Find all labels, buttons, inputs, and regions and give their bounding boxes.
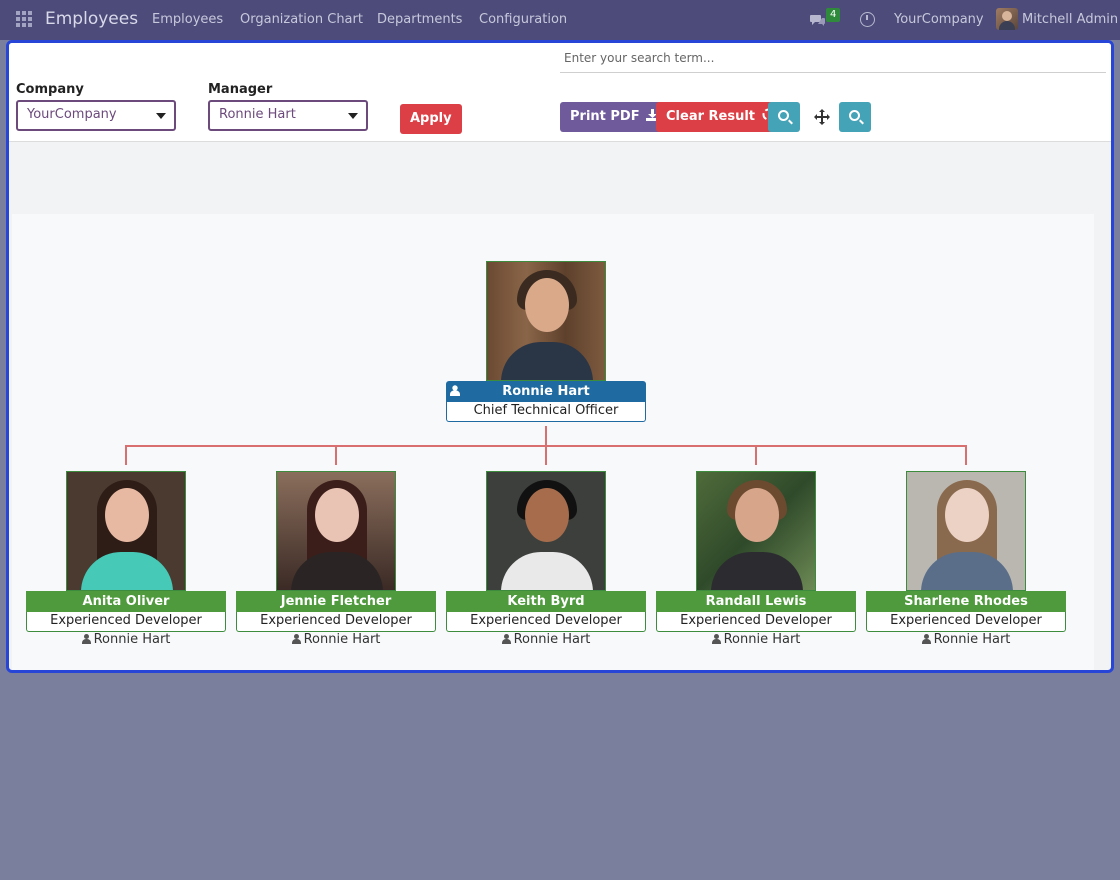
connector-line <box>965 445 967 465</box>
org-chart-panel: Company YourCompany Manager Ronnie Hart … <box>6 40 1114 673</box>
clock-activity-icon[interactable] <box>860 12 875 27</box>
company-select-value: YourCompany <box>27 107 117 122</box>
company-switcher[interactable]: YourCompany <box>894 12 984 27</box>
org-chart-canvas[interactable]: Ronnie Hart Chief Technical Officer Anit… <box>12 214 1094 670</box>
clear-result-button[interactable]: Clear Result <box>656 102 785 132</box>
print-pdf-button[interactable]: Print PDF <box>560 102 670 132</box>
user-avatar[interactable] <box>996 8 1018 30</box>
employee-name[interactable]: Randall Lewis <box>656 591 856 612</box>
caret-down-icon <box>156 113 166 119</box>
connector-line <box>545 445 547 465</box>
zoom-in-button[interactable] <box>768 102 800 132</box>
user-icon <box>81 634 91 644</box>
employee-photo[interactable] <box>66 471 186 591</box>
employee-manager: Ronnie Hart <box>26 632 226 647</box>
search-zoom-icon <box>849 110 860 121</box>
employee-job-title: Experienced Developer <box>866 612 1066 632</box>
employee-photo[interactable] <box>696 471 816 591</box>
filter-toolbar: Company YourCompany Manager Ronnie Hart … <box>9 43 1111 142</box>
employee-name[interactable]: Keith Byrd <box>446 591 646 612</box>
user-icon <box>291 634 301 644</box>
chat-count-badge: 4 <box>826 8 841 22</box>
company-select[interactable]: YourCompany <box>16 100 176 131</box>
employee-name[interactable]: Anita Oliver <box>26 591 226 612</box>
manager-label: Manager <box>208 82 273 97</box>
employee-job-title: Experienced Developer <box>26 612 226 632</box>
user-icon <box>501 634 511 644</box>
top-navbar: Employees Employees Organization Chart D… <box>0 0 1120 40</box>
clear-result-label: Clear Result <box>666 109 756 124</box>
employee-manager: Ronnie Hart <box>656 632 856 647</box>
employee-job-title: Experienced Developer <box>656 612 856 632</box>
user-icon <box>921 634 931 644</box>
menu-departments[interactable]: Departments <box>377 12 462 27</box>
zoom-in-icon <box>778 110 789 121</box>
connector-line <box>125 445 127 465</box>
app-title[interactable]: Employees <box>45 9 138 29</box>
manager-name: Ronnie Hart <box>933 632 1011 647</box>
employee-job-title: Experienced Developer <box>236 612 436 632</box>
employee-name: Ronnie Hart <box>502 384 590 399</box>
employee-photo[interactable] <box>276 471 396 591</box>
manager-select[interactable]: Ronnie Hart <box>208 100 368 131</box>
company-label: Company <box>16 82 84 97</box>
search-input[interactable] <box>560 43 1106 73</box>
employee-photo[interactable] <box>486 471 606 591</box>
employee-job-title: Experienced Developer <box>446 612 646 632</box>
connector-line <box>755 445 757 465</box>
print-pdf-label: Print PDF <box>570 109 640 124</box>
employee-photo[interactable] <box>486 261 606 381</box>
employee-manager: Ronnie Hart <box>236 632 436 647</box>
zoom-out-button[interactable] <box>839 102 871 132</box>
employee-name[interactable]: Sharlene Rhodes <box>866 591 1066 612</box>
user-icon <box>450 385 460 396</box>
apps-grid-icon[interactable] <box>16 11 33 28</box>
manager-name: Ronnie Hart <box>513 632 591 647</box>
apply-button[interactable]: Apply <box>400 104 462 134</box>
chat-icon[interactable] <box>810 13 826 27</box>
employee-photo[interactable] <box>906 471 1026 591</box>
caret-down-icon <box>348 113 358 119</box>
move-icon[interactable] <box>813 108 831 126</box>
user-icon <box>711 634 721 644</box>
employee-name[interactable]: Jennie Fletcher <box>236 591 436 612</box>
manager-name: Ronnie Hart <box>93 632 171 647</box>
root-name-bar[interactable]: Ronnie Hart <box>446 381 646 402</box>
menu-organization-chart[interactable]: Organization Chart <box>240 12 363 27</box>
manager-name: Ronnie Hart <box>303 632 381 647</box>
connector-line <box>335 445 337 465</box>
manager-name: Ronnie Hart <box>723 632 801 647</box>
employee-manager: Ronnie Hart <box>866 632 1066 647</box>
employee-manager: Ronnie Hart <box>446 632 646 647</box>
menu-employees[interactable]: Employees <box>152 12 223 27</box>
user-menu[interactable]: Mitchell Admin <box>1022 12 1118 27</box>
employee-job-title: Chief Technical Officer <box>446 402 646 422</box>
manager-select-value: Ronnie Hart <box>219 107 296 122</box>
menu-configuration[interactable]: Configuration <box>479 12 567 27</box>
connector-line <box>545 426 547 446</box>
